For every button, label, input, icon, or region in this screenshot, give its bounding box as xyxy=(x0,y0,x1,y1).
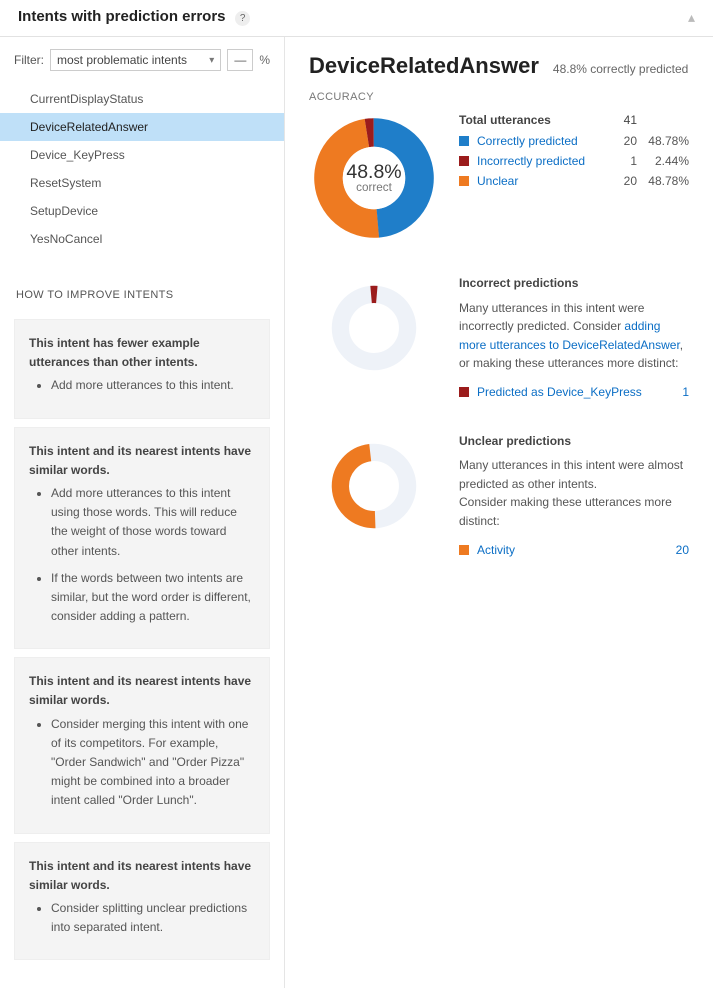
improvement-tip: This intent and its nearest intents have… xyxy=(14,657,270,833)
unclear-donut xyxy=(309,432,439,560)
help-icon[interactable]: ? xyxy=(235,11,250,26)
panel-title: Intents with prediction errors xyxy=(18,8,226,25)
incorrect-title: Incorrect predictions xyxy=(459,274,689,293)
accuracy-stats: Total utterances 41 Correctly predicted2… xyxy=(459,113,689,246)
accuracy-stat-row: Incorrectly predicted12.44% xyxy=(459,151,689,171)
filter-row: Filter: most problematic intents ▾ — % xyxy=(0,37,284,79)
intent-list: CurrentDisplayStatusDeviceRelatedAnswerD… xyxy=(0,79,284,271)
percent-label: % xyxy=(259,53,270,67)
stat-count: 1 xyxy=(603,154,637,168)
intent-list-item[interactable]: YesNoCancel xyxy=(0,225,284,253)
improvement-tip: This intent and its nearest intents have… xyxy=(14,842,270,961)
donut-center-main: 48.8% xyxy=(346,161,401,183)
accuracy-label: ACCURACY xyxy=(309,91,689,103)
improvement-tip: This intent and its nearest intents have… xyxy=(14,427,270,650)
incorrect-prediction-row: Predicted as Device_KeyPress1 xyxy=(459,383,689,402)
total-utterances-label: Total utterances xyxy=(459,113,603,127)
total-utterances-value: 41 xyxy=(603,113,637,127)
unclear-prediction-row: Activity20 xyxy=(459,541,689,560)
filter-dropdown[interactable]: most problematic intents ▾ xyxy=(50,49,221,71)
accuracy-donut: 48.8% correct xyxy=(309,113,439,246)
tip-title: This intent and its nearest intents have… xyxy=(29,442,255,480)
intent-subtitle: 48.8% correctly predicted xyxy=(553,62,688,76)
prediction-label[interactable]: Activity xyxy=(477,541,665,560)
accuracy-stat-row: Unclear2048.78% xyxy=(459,171,689,191)
filter-label: Filter: xyxy=(14,53,44,67)
prediction-label[interactable]: Predicted as Device_KeyPress xyxy=(477,383,665,402)
improvement-tip: This intent has fewer example utterances… xyxy=(14,319,270,419)
stat-count: 20 xyxy=(603,174,637,188)
intent-list-item[interactable]: ResetSystem xyxy=(0,169,284,197)
tip-bullet: If the words between two intents are sim… xyxy=(51,569,255,627)
tip-bullet: Consider splitting unclear predictions i… xyxy=(51,899,255,937)
stat-label[interactable]: Correctly predicted xyxy=(477,134,603,148)
intent-title: DeviceRelatedAnswer xyxy=(309,53,539,79)
filter-selected: most problematic intents xyxy=(57,53,187,67)
stat-label[interactable]: Incorrectly predicted xyxy=(477,154,603,168)
stat-label[interactable]: Unclear xyxy=(477,174,603,188)
right-column: DeviceRelatedAnswer 48.8% correctly pred… xyxy=(285,37,713,988)
legend-swatch xyxy=(459,156,469,166)
intent-list-item[interactable]: DeviceRelatedAnswer xyxy=(0,113,284,141)
tip-bullet: Consider merging this intent with one of… xyxy=(51,715,255,811)
incorrect-text: Many utterances in this intent were inco… xyxy=(459,299,689,373)
tip-title: This intent and its nearest intents have… xyxy=(29,857,255,895)
incorrect-donut xyxy=(309,274,439,402)
prediction-count[interactable]: 20 xyxy=(665,541,689,560)
tip-title: This intent and its nearest intents have… xyxy=(29,672,255,710)
unclear-title: Unclear predictions xyxy=(459,432,689,451)
stat-pct: 48.78% xyxy=(637,134,689,148)
unclear-text1: Many utterances in this intent were almo… xyxy=(459,456,689,493)
collapse-chevron-icon[interactable]: ▴ xyxy=(688,9,695,26)
howto-heading: HOW TO IMPROVE INTENTS xyxy=(0,271,284,311)
caret-down-icon: ▾ xyxy=(209,55,214,66)
legend-swatch xyxy=(459,176,469,186)
stat-count: 20 xyxy=(603,134,637,148)
stat-pct: 2.44% xyxy=(637,154,689,168)
filter-clear-button[interactable]: — xyxy=(227,49,253,71)
legend-swatch xyxy=(459,545,469,555)
intent-list-item[interactable]: Device_KeyPress xyxy=(0,141,284,169)
intent-list-item[interactable]: CurrentDisplayStatus xyxy=(0,85,284,113)
prediction-count[interactable]: 1 xyxy=(665,383,689,402)
legend-swatch xyxy=(459,136,469,146)
donut-center-sub: correct xyxy=(356,181,392,194)
tip-bullet: Add more utterances to this intent using… xyxy=(51,484,255,561)
tips-container: This intent has fewer example utterances… xyxy=(0,319,284,960)
accuracy-stat-row: Correctly predicted2048.78% xyxy=(459,131,689,151)
panel-header: Intents with prediction errors ? ▴ xyxy=(0,0,713,37)
tip-bullet: Add more utterances to this intent. xyxy=(51,376,255,395)
intent-list-item[interactable]: SetupDevice xyxy=(0,197,284,225)
left-column: Filter: most problematic intents ▾ — % C… xyxy=(0,37,285,988)
unclear-text2: Consider making these utterances more di… xyxy=(459,493,689,530)
stat-pct: 48.78% xyxy=(637,174,689,188)
legend-swatch xyxy=(459,387,469,397)
tip-title: This intent has fewer example utterances… xyxy=(29,334,255,372)
